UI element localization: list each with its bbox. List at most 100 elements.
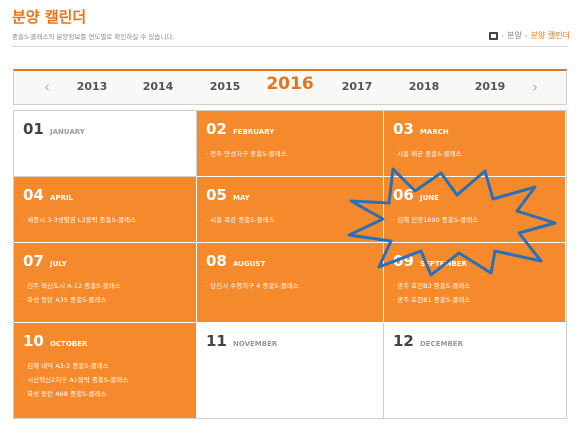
event-list: · 시흥 배곧 중흥S-클래스 <box>393 147 462 161</box>
month-heading: 06 JUNE <box>393 185 439 204</box>
chevron-right-icon[interactable]: › <box>532 78 538 96</box>
event-label: 화성 동탄 A35 중흥S-클래스 <box>27 296 107 304</box>
event-label: 시흥 목감 중흥S-클래스 <box>210 216 275 224</box>
breadcrumb-separator: › <box>501 31 505 40</box>
event-item[interactable]: · 시산혁신2지구 A1블럭 중흥S-클래스 <box>23 373 128 387</box>
event-label: 전주 만성지구 중흥S-클래스 <box>210 150 287 158</box>
month-heading: 01 JANUARY <box>23 119 85 138</box>
month-heading: 12 DECEMBER <box>393 331 463 350</box>
month-number: 07 <box>23 252 44 270</box>
month-cell-february[interactable]: 02 FEBRUARY · 전주 만성지구 중흥S-클래스 <box>197 111 384 177</box>
month-number: 05 <box>206 186 227 204</box>
event-item[interactable]: · 시흥 목감 중흥S-클래스 <box>206 213 275 227</box>
header-divider <box>12 46 568 47</box>
event-item[interactable]: · 광주 효천B3 중흥S-클래스 <box>393 279 470 293</box>
event-label: 시흥 배곧 중흥S-클래스 <box>397 150 462 158</box>
year-2014[interactable]: 2014 <box>143 80 174 93</box>
month-cell-may[interactable]: 05 MAY · 시흥 목감 중흥S-클래스 <box>197 177 384 243</box>
event-item[interactable]: · 화성 동탄 A68 중흥S-클래스 <box>23 387 128 401</box>
month-heading: 03 MARCH <box>393 119 449 138</box>
event-list: · 김해 내덕 A3-2 중흥S-클래스 · 시산혁신2지구 A1블럭 중흥S-… <box>23 359 128 401</box>
event-label: 광주 효천B3 중흥S-클래스 <box>397 282 471 290</box>
year-2013[interactable]: 2013 <box>77 80 108 93</box>
event-list: · 전주 만성지구 중흥S-클래스 <box>206 147 287 161</box>
event-label: 진주 혁신도시 A-12 중흥S-클래스 <box>27 282 121 290</box>
month-cell-june[interactable]: 06 JUNE · 김해 진영1690 중흥S-클래스 <box>384 177 566 243</box>
event-list: · 세종시 3-3생활권 L3블럭 중흥S-클래스 <box>23 213 136 227</box>
month-heading: 02 FEBRUARY <box>206 119 274 138</box>
page-subtitle: 중흥S-클래스의 분양정보를 연도별로 확인하실 수 있습니다. <box>12 33 175 41</box>
month-name: SEPTEMBER <box>419 260 467 268</box>
event-label: 시산혁신2지구 A1블럭 중흥S-클래스 <box>27 376 129 384</box>
month-name: JUNE <box>419 194 439 202</box>
breadcrumb-item-current[interactable]: 분양 캘린더 <box>531 30 570 41</box>
month-name: MAY <box>232 194 250 202</box>
month-number: 06 <box>393 186 414 204</box>
month-name: JANUARY <box>49 128 85 136</box>
month-number: 11 <box>206 332 227 350</box>
month-name: DECEMBER <box>419 340 463 348</box>
event-item[interactable]: · 전주 만성지구 중흥S-클래스 <box>206 147 287 161</box>
year-2015[interactable]: 2015 <box>210 80 241 93</box>
month-cell-august[interactable]: 08 AUGUST · 당진시 수청지구 4 중흥S-클래스 <box>197 243 384 323</box>
chevron-left-icon[interactable]: ‹ <box>44 78 50 96</box>
month-cell-october[interactable]: 10 OCTOBER · 김해 내덕 A3-2 중흥S-클래스 · 시산혁신2지… <box>14 323 197 418</box>
month-number: 04 <box>23 186 44 204</box>
event-list: · 김해 진영1690 중흥S-클래스 <box>393 213 478 227</box>
event-item[interactable]: · 세종시 3-3생활권 L3블럭 중흥S-클래스 <box>23 213 136 227</box>
month-cell-september[interactable]: 09 SEPTEMBER · 광주 효천B3 중흥S-클래스 · 광주 효천B1… <box>384 243 566 323</box>
calendar-grid: 01 JANUARY 02 FEBRUARY · 전주 만성지구 중흥S-클래스… <box>13 110 567 419</box>
event-item[interactable]: · 화성 동탄 A35 중흥S-클래스 <box>23 293 121 307</box>
event-list: · 시흥 목감 중흥S-클래스 <box>206 213 275 227</box>
month-name: JULY <box>49 260 67 268</box>
month-number: 08 <box>206 252 227 270</box>
breadcrumb-separator: › <box>524 31 528 40</box>
year-navigation: ‹ 2013 2014 2015 2016 2017 2018 2019 › <box>13 69 567 105</box>
year-2018[interactable]: 2018 <box>409 80 440 93</box>
month-heading: 04 APRIL <box>23 185 73 204</box>
event-list: · 광주 효천B3 중흥S-클래스 · 광주 효천B1 중흥S-클래스 <box>393 279 470 307</box>
event-item[interactable]: · 당진시 수청지구 4 중흥S-클래스 <box>206 279 299 293</box>
event-label: 김해 진영1690 중흥S-클래스 <box>397 216 479 224</box>
month-cell-december[interactable]: 12 DECEMBER <box>384 323 566 418</box>
event-label: 김해 내덕 A3-2 중흥S-클래스 <box>27 362 109 370</box>
month-cell-july[interactable]: 07 JULY · 진주 혁신도시 A-12 중흥S-클래스 · 화성 동탄 A… <box>14 243 197 323</box>
month-name: FEBRUARY <box>232 128 275 136</box>
year-2016-current[interactable]: 2016 <box>266 74 313 94</box>
month-cell-april[interactable]: 04 APRIL · 세종시 3-3생활권 L3블럭 중흥S-클래스 <box>14 177 197 243</box>
event-label: 세종시 3-3생활권 L3블럭 중흥S-클래스 <box>27 216 136 224</box>
event-item[interactable]: · 진주 혁신도시 A-12 중흥S-클래스 <box>23 279 121 293</box>
month-heading: 07 JULY <box>23 251 67 270</box>
month-number: 01 <box>23 120 44 138</box>
event-item[interactable]: · 시흥 배곧 중흥S-클래스 <box>393 147 462 161</box>
month-heading: 11 NOVEMBER <box>206 331 277 350</box>
month-number: 02 <box>206 120 227 138</box>
month-name: APRIL <box>49 194 73 202</box>
page-title: 분양 캘린더 <box>12 8 87 26</box>
event-label: 광주 효천B1 중흥S-클래스 <box>397 296 471 304</box>
month-name: OCTOBER <box>49 340 88 348</box>
breadcrumb-item-sales[interactable]: 분양 <box>507 30 522 41</box>
month-cell-january[interactable]: 01 JANUARY <box>14 111 197 177</box>
month-number: 03 <box>393 120 414 138</box>
page-header: 분양 캘린더 중흥S-클래스의 분양정보를 연도별로 확인하실 수 있습니다. … <box>0 0 580 50</box>
month-heading: 09 SEPTEMBER <box>393 251 467 270</box>
event-list: · 당진시 수청지구 4 중흥S-클래스 <box>206 279 299 293</box>
month-number: 09 <box>393 252 414 270</box>
event-label: 화성 동탄 A68 중흥S-클래스 <box>27 390 107 398</box>
month-cell-november[interactable]: 11 NOVEMBER <box>197 323 384 418</box>
month-number: 10 <box>23 332 44 350</box>
event-item[interactable]: · 김해 진영1690 중흥S-클래스 <box>393 213 478 227</box>
event-item[interactable]: · 김해 내덕 A3-2 중흥S-클래스 <box>23 359 128 373</box>
year-2019[interactable]: 2019 <box>475 80 506 93</box>
month-number: 12 <box>393 332 414 350</box>
month-name: MARCH <box>419 128 449 136</box>
month-name: NOVEMBER <box>232 340 278 348</box>
month-cell-march[interactable]: 03 MARCH · 시흥 배곧 중흥S-클래스 <box>384 111 566 177</box>
event-list: · 진주 혁신도시 A-12 중흥S-클래스 · 화성 동탄 A35 중흥S-클… <box>23 279 121 307</box>
month-heading: 08 AUGUST <box>206 251 265 270</box>
event-item[interactable]: · 광주 효천B1 중흥S-클래스 <box>393 293 470 307</box>
year-2017[interactable]: 2017 <box>342 80 373 93</box>
month-heading: 10 OCTOBER <box>23 331 87 350</box>
home-icon[interactable] <box>489 31 499 40</box>
